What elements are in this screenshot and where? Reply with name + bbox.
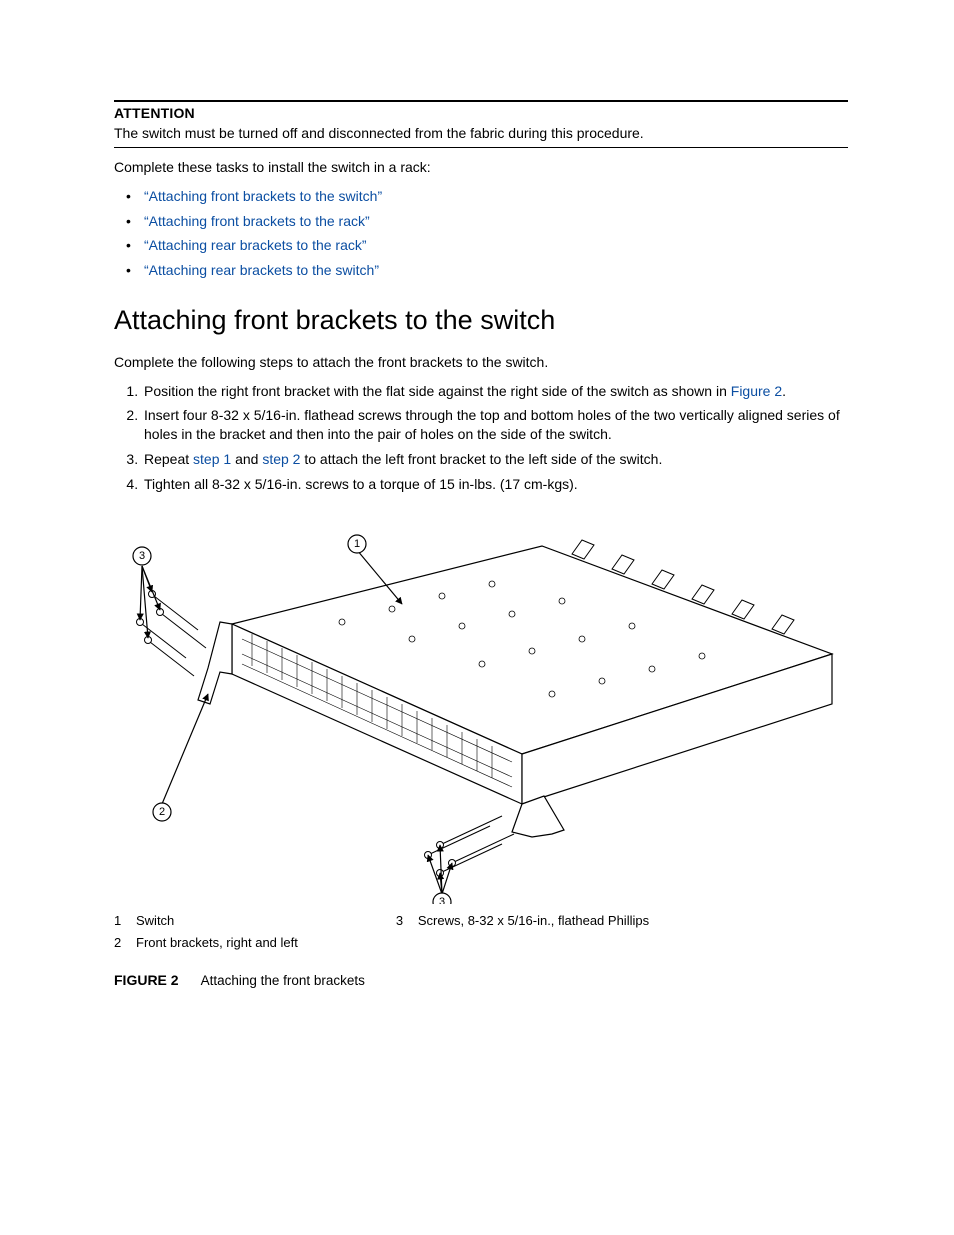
legend-text: Screws, 8-32 x 5/16-in., flathead Philli…: [418, 910, 657, 953]
figure-ref-link[interactable]: Figure 2: [731, 383, 782, 399]
list-item: “Attaching front brackets to the rack”: [126, 212, 848, 231]
switch-diagram-icon: 1 3 2 3: [112, 504, 852, 904]
section-heading: Attaching front brackets to the switch: [114, 302, 848, 338]
task-link[interactable]: “Attaching front brackets to the switch”: [144, 188, 382, 204]
attention-top-rule: [114, 100, 848, 102]
legend-num: 2: [114, 932, 136, 954]
figure: 1 3 2 3 1 Switch 2 Front brackets, right…: [114, 504, 848, 990]
step-item: Tighten all 8-32 x 5/16-in. screws to a …: [142, 475, 848, 494]
step-text: .: [782, 383, 786, 399]
step-text: Position the right front bracket with th…: [144, 383, 731, 399]
callout-number: 1: [354, 538, 360, 550]
legend-text: Switch: [136, 910, 306, 932]
attention-label: ATTENTION: [114, 104, 848, 123]
callout-number: 3: [139, 550, 145, 562]
task-link[interactable]: “Attaching front brackets to the rack”: [144, 213, 370, 229]
figure-caption: FIGURE 2 Attaching the front brackets: [114, 971, 848, 990]
steps-list: Position the right front bracket with th…: [114, 382, 848, 494]
attention-bottom-rule: [114, 147, 848, 148]
tasks-list: “Attaching front brackets to the switch”…: [126, 187, 848, 281]
step-text: Tighten all 8-32 x 5/16-in. screws to a …: [144, 476, 578, 492]
attention-text: The switch must be turned off and discon…: [114, 124, 848, 143]
callout-number: 3: [439, 896, 445, 904]
list-item: “Attaching front brackets to the switch”: [126, 187, 848, 206]
legend-num: 3: [396, 910, 418, 953]
task-link[interactable]: “Attaching rear brackets to the rack”: [144, 237, 367, 253]
legend-num: 1: [114, 910, 136, 932]
section-intro: Complete the following steps to attach t…: [114, 353, 848, 372]
task-link[interactable]: “Attaching rear brackets to the switch”: [144, 262, 379, 278]
list-item: “Attaching rear brackets to the switch”: [126, 261, 848, 280]
step-text: Insert four 8-32 x 5/16-in. flathead scr…: [144, 407, 840, 442]
step-item: Insert four 8-32 x 5/16-in. flathead scr…: [142, 406, 848, 444]
step-text: to attach the left front bracket to the …: [300, 451, 662, 467]
legend-text: Front brackets, right and left: [136, 932, 306, 954]
callout-number: 2: [159, 806, 165, 818]
step-ref-link[interactable]: step 1: [193, 451, 231, 467]
tasks-intro: Complete these tasks to install the swit…: [114, 158, 848, 177]
step-text: Repeat: [144, 451, 193, 467]
step-item: Position the right front bracket with th…: [142, 382, 848, 401]
list-item: “Attaching rear brackets to the rack”: [126, 236, 848, 255]
step-item: Repeat step 1 and step 2 to attach the l…: [142, 450, 848, 469]
figure-label: FIGURE 2: [114, 972, 179, 988]
figure-legend: 1 Switch 2 Front brackets, right and lef…: [114, 910, 848, 953]
figure-caption-text: Attaching the front brackets: [201, 973, 365, 988]
step-text: and: [231, 451, 262, 467]
step-ref-link[interactable]: step 2: [262, 451, 300, 467]
